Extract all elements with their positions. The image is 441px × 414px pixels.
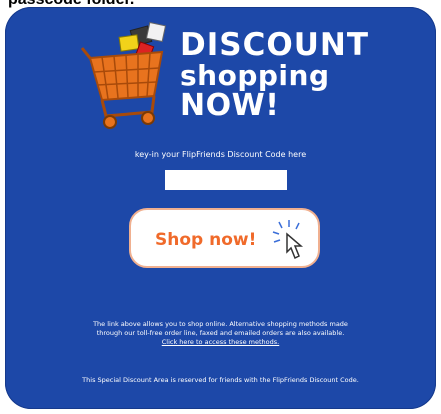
footer-note: This Special Discount Area is reserved f… bbox=[82, 376, 359, 384]
discount-code-input[interactable] bbox=[165, 170, 287, 190]
page: passcode folder. DISCOUNT shopping NOW bbox=[0, 0, 441, 414]
hand-pointer-cursor-icon bbox=[272, 220, 304, 260]
headline: DISCOUNT shopping NOW! bbox=[180, 30, 369, 121]
code-instruction: key-in your FlipFriends Discount Code he… bbox=[134, 150, 307, 159]
footer-line-2: through our toll-free order line, faxed … bbox=[96, 329, 345, 337]
headline-shopping: shopping bbox=[180, 59, 330, 92]
shop-now-button[interactable]: Shop now! bbox=[129, 208, 320, 268]
headline-now: NOW! bbox=[180, 88, 280, 123]
shop-now-label: Shop now! bbox=[155, 230, 257, 250]
alternative-methods-link[interactable]: Click here to access these methods. bbox=[20, 338, 421, 347]
footer-info: The link above allows you to shop online… bbox=[20, 320, 421, 347]
footer-line-1: The link above allows you to shop online… bbox=[93, 320, 348, 328]
headline-discount: DISCOUNT bbox=[180, 27, 369, 63]
shopping-cart-icon bbox=[80, 22, 167, 129]
